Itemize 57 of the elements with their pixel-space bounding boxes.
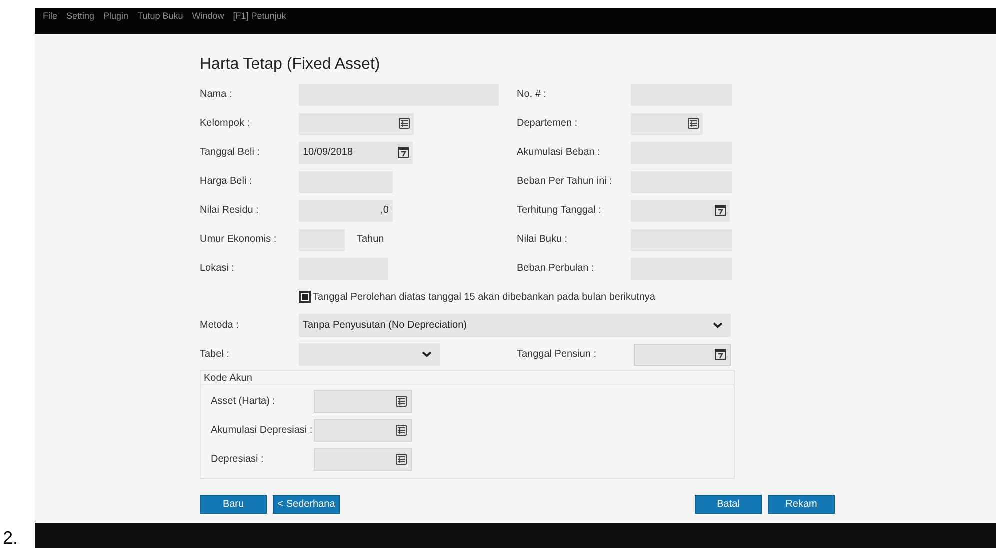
field-label: Tanggal Pensiun : (517, 348, 598, 362)
field-label: No. # : (517, 88, 548, 102)
checkbox-label: Tanggal Perolehan diatas tanggal 15 akan dibebankan pada bulan berikutnya (313, 290, 656, 304)
chevron-down-icon (713, 322, 723, 329)
action-button[interactable]: Baru (200, 495, 267, 514)
field-label: Harga Beli : (200, 175, 254, 189)
input-field[interactable] (299, 112, 414, 134)
field-label: Beban Perbulan : (517, 262, 596, 276)
table-icon (396, 454, 407, 465)
table-icon (688, 118, 699, 129)
field-label: Tanggal Beli : (200, 146, 262, 160)
field-label: Nama : (200, 88, 234, 102)
menu-item[interactable]: Tutup Buku (138, 10, 184, 24)
table-icon (396, 396, 407, 407)
checkbox[interactable] (299, 291, 311, 303)
dropdown[interactable] (299, 343, 440, 366)
field-label: Lokasi : (200, 262, 236, 276)
field-label: Kelompok : (200, 117, 252, 131)
form-title: Harta Tetap (Fixed Asset) (200, 55, 382, 75)
input-field[interactable] (314, 448, 412, 471)
field-label: Metoda : (200, 319, 240, 333)
field-label: Umur Ekonomis : (200, 233, 278, 247)
menu-item[interactable]: File (43, 10, 58, 24)
field-label: Akumulasi Beban : (517, 146, 602, 160)
table-icon (399, 118, 410, 129)
calendar-icon (715, 205, 726, 216)
action-button[interactable]: Batal (695, 495, 762, 514)
table-icon (396, 425, 407, 436)
menu-item[interactable]: [F1] Petunjuk (233, 10, 286, 24)
field-label: Asset (Harta) : (211, 395, 276, 409)
input-field[interactable]: 10/09/2018 (299, 142, 413, 164)
field-label: Terhitung Tanggal : (517, 204, 602, 218)
chevron-down-icon (422, 351, 432, 358)
field-label: Departemen : (517, 117, 579, 131)
calendar-icon (715, 349, 726, 360)
field-label: Depresiasi : (211, 453, 265, 467)
input-field[interactable] (314, 390, 412, 413)
calendar-icon (398, 147, 409, 158)
field-label: Nilai Residu : (200, 204, 260, 218)
menu-item[interactable]: Plugin (104, 10, 129, 24)
dropdown[interactable]: Tanpa Penyusutan (No Depreciation) (299, 314, 731, 337)
field-label: Beban Per Tahun ini : (517, 175, 614, 189)
unit-label: Tahun (357, 233, 384, 247)
page-number: 2. (2, 529, 20, 548)
menu-item[interactable]: Setting (66, 10, 95, 24)
input-field[interactable] (314, 419, 412, 442)
menu-item[interactable]: Window (192, 10, 224, 24)
input-field[interactable]: ,0 (299, 200, 393, 222)
field-label: Nilai Buku : (517, 233, 569, 247)
group-title: Kode Akun (201, 371, 734, 385)
input-field[interactable] (631, 200, 730, 222)
action-button[interactable]: < Sederhana (273, 495, 340, 514)
input-field[interactable] (634, 344, 731, 366)
field-label: Tabel : (200, 348, 230, 362)
input-field[interactable] (631, 112, 703, 134)
action-button[interactable]: Rekam (768, 495, 835, 514)
field-label: Akumulasi Depresiasi : (211, 424, 314, 438)
